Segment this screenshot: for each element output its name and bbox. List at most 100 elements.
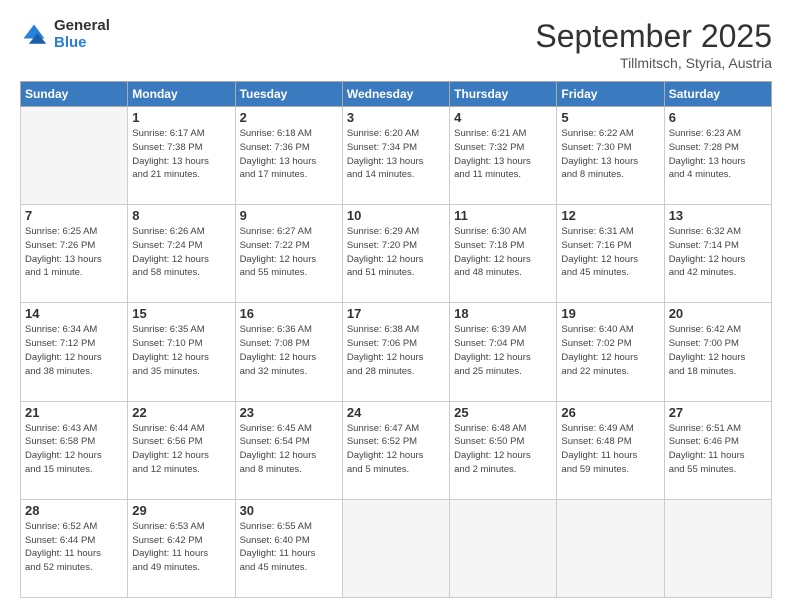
day-info: Sunrise: 6:20 AM Sunset: 7:34 PM Dayligh… (347, 127, 445, 182)
day-info: Sunrise: 6:35 AM Sunset: 7:10 PM Dayligh… (132, 323, 230, 378)
month-title: September 2025 (535, 18, 772, 55)
logo-blue-text: Blue (54, 35, 110, 52)
day-number: 25 (454, 405, 552, 420)
header-friday: Friday (557, 82, 664, 107)
calendar: Sunday Monday Tuesday Wednesday Thursday… (20, 81, 772, 598)
day-info: Sunrise: 6:42 AM Sunset: 7:00 PM Dayligh… (669, 323, 767, 378)
day-number: 4 (454, 110, 552, 125)
table-row: 12 Sunrise: 6:31 AM Sunset: 7:16 PM Dayli… (557, 205, 664, 303)
day-info: Sunrise: 6:34 AM Sunset: 7:12 PM Dayligh… (25, 323, 123, 378)
calendar-week-row: 14 Sunrise: 6:34 AM Sunset: 7:12 PM Dayli… (21, 303, 772, 401)
day-number: 3 (347, 110, 445, 125)
day-number: 17 (347, 306, 445, 321)
header-sunday: Sunday (21, 82, 128, 107)
day-info: Sunrise: 6:27 AM Sunset: 7:22 PM Dayligh… (240, 225, 338, 280)
day-info: Sunrise: 6:29 AM Sunset: 7:20 PM Dayligh… (347, 225, 445, 280)
day-info: Sunrise: 6:26 AM Sunset: 7:24 PM Dayligh… (132, 225, 230, 280)
day-number: 26 (561, 405, 659, 420)
day-info: Sunrise: 6:38 AM Sunset: 7:06 PM Dayligh… (347, 323, 445, 378)
table-row: 10 Sunrise: 6:29 AM Sunset: 7:20 PM Dayli… (342, 205, 449, 303)
day-number: 8 (132, 208, 230, 223)
table-row: 25 Sunrise: 6:48 AM Sunset: 6:50 PM Dayli… (450, 401, 557, 499)
day-info: Sunrise: 6:48 AM Sunset: 6:50 PM Dayligh… (454, 422, 552, 477)
logo-general-text: General (54, 18, 110, 35)
table-row: 11 Sunrise: 6:30 AM Sunset: 7:18 PM Dayli… (450, 205, 557, 303)
table-row: 21 Sunrise: 6:43 AM Sunset: 6:58 PM Dayli… (21, 401, 128, 499)
day-info: Sunrise: 6:18 AM Sunset: 7:36 PM Dayligh… (240, 127, 338, 182)
table-row: 19 Sunrise: 6:40 AM Sunset: 7:02 PM Dayli… (557, 303, 664, 401)
day-info: Sunrise: 6:30 AM Sunset: 7:18 PM Dayligh… (454, 225, 552, 280)
day-info: Sunrise: 6:51 AM Sunset: 6:46 PM Dayligh… (669, 422, 767, 477)
table-row (21, 107, 128, 205)
day-info: Sunrise: 6:17 AM Sunset: 7:38 PM Dayligh… (132, 127, 230, 182)
day-info: Sunrise: 6:25 AM Sunset: 7:26 PM Dayligh… (25, 225, 123, 280)
table-row: 4 Sunrise: 6:21 AM Sunset: 7:32 PM Daylig… (450, 107, 557, 205)
table-row: 6Sunrise: 6:23 AM Sunset: 7:28 PM Daylig… (664, 107, 771, 205)
day-number: 16 (240, 306, 338, 321)
day-number: 28 (25, 503, 123, 518)
day-number: 2 (240, 110, 338, 125)
day-number: 9 (240, 208, 338, 223)
day-number: 27 (669, 405, 767, 420)
title-block: September 2025 Tillmitsch, Styria, Austr… (535, 18, 772, 71)
header-tuesday: Tuesday (235, 82, 342, 107)
day-number: 14 (25, 306, 123, 321)
day-number: 30 (240, 503, 338, 518)
day-info: Sunrise: 6:55 AM Sunset: 6:40 PM Dayligh… (240, 520, 338, 575)
day-info: Sunrise: 6:52 AM Sunset: 6:44 PM Dayligh… (25, 520, 123, 575)
weekday-header-row: Sunday Monday Tuesday Wednesday Thursday… (21, 82, 772, 107)
day-number: 23 (240, 405, 338, 420)
calendar-week-row: 7 Sunrise: 6:25 AM Sunset: 7:26 PM Daylig… (21, 205, 772, 303)
day-number: 5 (561, 110, 659, 125)
day-number: 1 (132, 110, 230, 125)
day-number: 12 (561, 208, 659, 223)
day-number: 11 (454, 208, 552, 223)
day-number: 20 (669, 306, 767, 321)
header-monday: Monday (128, 82, 235, 107)
day-info: Sunrise: 6:47 AM Sunset: 6:52 PM Dayligh… (347, 422, 445, 477)
day-info: Sunrise: 6:31 AM Sunset: 7:16 PM Dayligh… (561, 225, 659, 280)
day-info: Sunrise: 6:36 AM Sunset: 7:08 PM Dayligh… (240, 323, 338, 378)
day-info: Sunrise: 6:44 AM Sunset: 6:56 PM Dayligh… (132, 422, 230, 477)
table-row: 23 Sunrise: 6:45 AM Sunset: 6:54 PM Dayli… (235, 401, 342, 499)
day-info: Sunrise: 6:21 AM Sunset: 7:32 PM Dayligh… (454, 127, 552, 182)
table-row: 24Sunrise: 6:47 AM Sunset: 6:52 PM Dayli… (342, 401, 449, 499)
table-row: 15 Sunrise: 6:35 AM Sunset: 7:10 PM Dayli… (128, 303, 235, 401)
table-row: 29 Sunrise: 6:53 AM Sunset: 6:42 PM Dayli… (128, 499, 235, 597)
table-row (664, 499, 771, 597)
table-row: 28 Sunrise: 6:52 AM Sunset: 6:44 PM Dayli… (21, 499, 128, 597)
day-info: Sunrise: 6:39 AM Sunset: 7:04 PM Dayligh… (454, 323, 552, 378)
day-info: Sunrise: 6:45 AM Sunset: 6:54 PM Dayligh… (240, 422, 338, 477)
day-number: 21 (25, 405, 123, 420)
table-row: 20 Sunrise: 6:42 AM Sunset: 7:00 PM Dayli… (664, 303, 771, 401)
calendar-week-row: 1 Sunrise: 6:17 AM Sunset: 7:38 PM Daylig… (21, 107, 772, 205)
day-info: Sunrise: 6:53 AM Sunset: 6:42 PM Dayligh… (132, 520, 230, 575)
day-number: 18 (454, 306, 552, 321)
table-row: 22 Sunrise: 6:44 AM Sunset: 6:56 PM Dayli… (128, 401, 235, 499)
table-row: 16 Sunrise: 6:36 AM Sunset: 7:08 PM Dayli… (235, 303, 342, 401)
table-row: 7 Sunrise: 6:25 AM Sunset: 7:26 PM Daylig… (21, 205, 128, 303)
day-info: Sunrise: 6:43 AM Sunset: 6:58 PM Dayligh… (25, 422, 123, 477)
day-number: 10 (347, 208, 445, 223)
header-thursday: Thursday (450, 82, 557, 107)
day-info: Sunrise: 6:40 AM Sunset: 7:02 PM Dayligh… (561, 323, 659, 378)
table-row: 13Sunrise: 6:32 AM Sunset: 7:14 PM Dayli… (664, 205, 771, 303)
table-row: 8 Sunrise: 6:26 AM Sunset: 7:24 PM Daylig… (128, 205, 235, 303)
day-number: 29 (132, 503, 230, 518)
table-row: 9 Sunrise: 6:27 AM Sunset: 7:22 PM Daylig… (235, 205, 342, 303)
day-number: 13 (669, 208, 767, 223)
table-row: 5Sunrise: 6:22 AM Sunset: 7:30 PM Daylig… (557, 107, 664, 205)
logo-icon (20, 21, 48, 49)
table-row (450, 499, 557, 597)
calendar-week-row: 28 Sunrise: 6:52 AM Sunset: 6:44 PM Dayli… (21, 499, 772, 597)
header: General Blue September 2025 Tillmitsch, … (20, 18, 772, 71)
table-row: 30 Sunrise: 6:55 AM Sunset: 6:40 PM Dayli… (235, 499, 342, 597)
table-row: 14 Sunrise: 6:34 AM Sunset: 7:12 PM Dayli… (21, 303, 128, 401)
day-number: 19 (561, 306, 659, 321)
day-number: 22 (132, 405, 230, 420)
day-info: Sunrise: 6:49 AM Sunset: 6:48 PM Dayligh… (561, 422, 659, 477)
day-number: 7 (25, 208, 123, 223)
header-wednesday: Wednesday (342, 82, 449, 107)
table-row: 26 Sunrise: 6:49 AM Sunset: 6:48 PM Dayli… (557, 401, 664, 499)
day-number: 15 (132, 306, 230, 321)
